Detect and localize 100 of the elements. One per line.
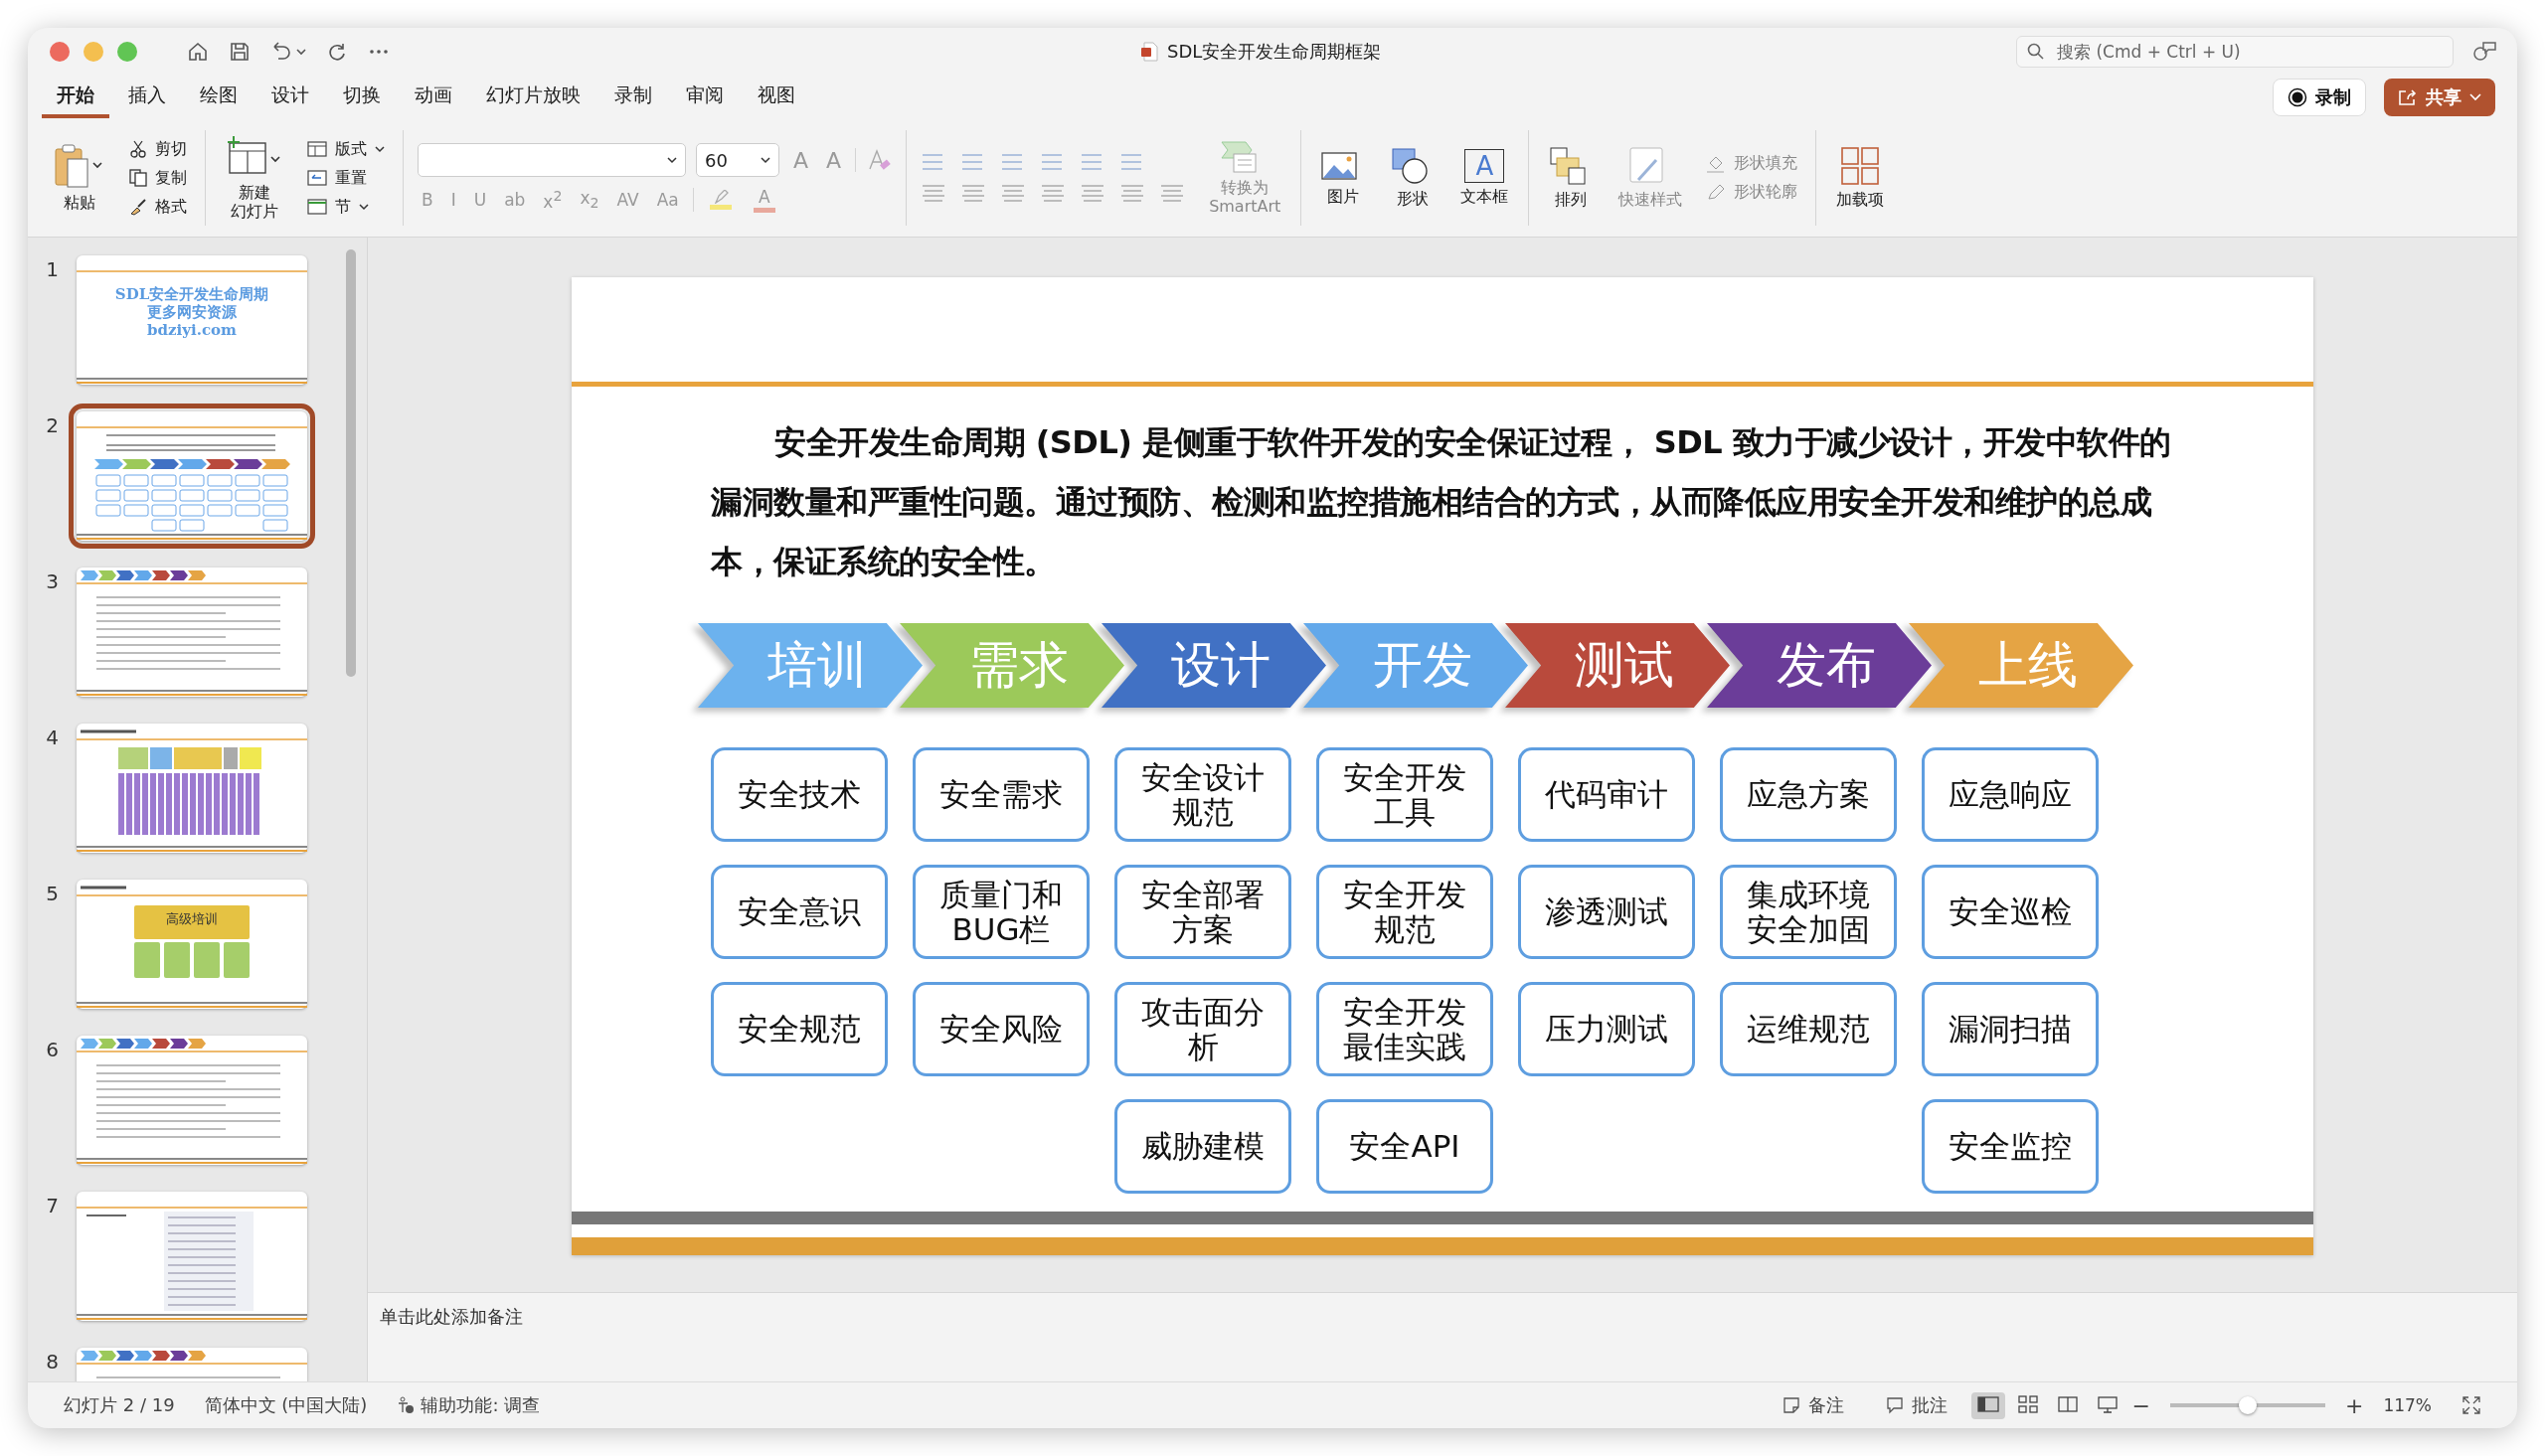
slide-count: 幻灯片 2 / 19 <box>64 1393 175 1417</box>
ribbon-tab[interactable]: 绘图 <box>185 77 253 118</box>
slide-number: 4 <box>45 725 60 749</box>
ribbon-tab[interactable]: 录制 <box>599 77 667 118</box>
zoom-level[interactable]: 117% <box>2383 1395 2432 1415</box>
layout-button[interactable]: 版式 <box>303 136 389 162</box>
activity-box: 安全意识 <box>711 865 888 959</box>
pencil-icon <box>1706 183 1727 202</box>
slide-thumbnail[interactable] <box>77 1192 307 1321</box>
shape-button[interactable]: 形状 <box>1385 144 1442 212</box>
ribbon-tab[interactable]: 视图 <box>743 77 810 118</box>
section-button[interactable]: 节 <box>303 194 389 220</box>
ribbon-tab[interactable]: 动画 <box>400 77 467 118</box>
feedback-icon[interactable] <box>2471 40 2497 64</box>
slider-thumb[interactable] <box>2238 1396 2257 1414</box>
record-icon <box>2288 87 2307 107</box>
caret-icon <box>761 156 770 164</box>
clipboard-icon <box>54 142 105 189</box>
slide-thumbnail[interactable]: 高级培训 <box>77 880 307 1009</box>
cut-button[interactable]: 剪切 <box>125 136 191 162</box>
textbox-button[interactable]: A 文本框 <box>1454 146 1515 210</box>
notes-button[interactable]: 备注 <box>1776 1392 1850 1418</box>
minimize-icon[interactable] <box>84 42 103 62</box>
slide-paragraph: 安全开发生命周期 (SDL) 是侧重于软件开发的安全保证过程， SDL 致力于减少设计，开发中软件的漏洞数量和严重性问题。通过预防、检测和监控措施相结合的方式，从而降低应用安全开发和维护的总成本，保证系统的安全性。 <box>711 422 2172 582</box>
language-status[interactable]: 简体中文 (中国大陆) <box>204 1393 368 1417</box>
picture-button[interactable]: 图片 <box>1315 146 1372 210</box>
activity-box: 压力测试 <box>1518 982 1695 1076</box>
slide-layout-icon <box>307 141 327 157</box>
add-ins-button[interactable]: 加载项 <box>1830 143 1891 213</box>
activity-box: 安全API <box>1316 1099 1493 1194</box>
search-input[interactable]: 搜索 (Cmd + Ctrl + U) <box>2055 41 2443 63</box>
activity-box: 渗透测试 <box>1518 865 1695 959</box>
copy-button[interactable]: 复制 <box>125 165 191 191</box>
scrollbar[interactable] <box>346 249 356 677</box>
activity-box: 安全开发工具 <box>1316 747 1493 842</box>
share-button[interactable]: 共享 <box>2384 79 2495 116</box>
undo-icon[interactable] <box>270 41 306 63</box>
slide-number: 6 <box>45 1037 60 1061</box>
activity-box: 运维规范 <box>1720 982 1897 1076</box>
activity-box: 安全设计规范 <box>1114 747 1291 842</box>
normal-view-icon <box>1976 1394 1999 1413</box>
search-field[interactable]: 搜索 (Cmd + Ctrl + U) <box>2016 36 2454 68</box>
slide-thumbnail[interactable] <box>77 724 307 853</box>
textbox-icon: A <box>1464 148 1505 183</box>
share-icon <box>2398 88 2418 106</box>
home-icon[interactable] <box>187 41 209 63</box>
activity-box: 安全部署方案 <box>1114 865 1291 959</box>
note-icon <box>1782 1396 1800 1414</box>
ribbon-tab[interactable]: 插入 <box>113 77 181 118</box>
add-ins-icon <box>1840 145 1881 186</box>
slide-thumbnail[interactable] <box>77 1036 307 1165</box>
accessibility-icon <box>397 1396 416 1414</box>
activity-box: 集成环境安全加固 <box>1720 865 1897 959</box>
thumbnail-title: bdziyi.com <box>147 321 237 339</box>
record-button[interactable]: 录制 <box>2273 79 2366 116</box>
font-name-dropdown[interactable] <box>418 143 686 177</box>
paste-button[interactable]: 粘贴 <box>48 140 111 216</box>
zoom-out-button[interactable]: − <box>2125 1391 2156 1419</box>
marker-icon <box>712 190 729 204</box>
caret-icon <box>2469 93 2481 101</box>
view-button[interactable] <box>1970 1391 2005 1419</box>
fit-to-window-icon[interactable] <box>2461 1395 2481 1415</box>
activity-box: 应急方案 <box>1720 747 1897 842</box>
slide-thumbnail[interactable] <box>77 567 307 697</box>
slide-number: 1 <box>45 256 60 281</box>
sorter-view-icon <box>2016 1394 2039 1413</box>
ribbon-tab[interactable]: 切换 <box>328 77 396 118</box>
activity-box: 安全巡检 <box>1922 865 2099 959</box>
paint-bucket-icon <box>1706 154 1727 173</box>
slide-number: 7 <box>45 1193 60 1217</box>
show-view-icon <box>2096 1394 2119 1413</box>
close-icon[interactable] <box>50 42 70 62</box>
thumbnail-title: 高级培训 <box>166 911 218 926</box>
ribbon-tab[interactable]: 幻灯片放映 <box>471 77 595 118</box>
activity-box: 安全监控 <box>1922 1099 2099 1194</box>
new-slide-button[interactable]: 新建 幻灯片 <box>220 132 289 224</box>
accessibility-status[interactable]: 辅助功能: 调查 <box>421 1393 541 1417</box>
thumbnail-title: 更多网安资源 <box>147 303 237 321</box>
reset-icon <box>307 170 327 186</box>
button-label-line: 幻灯片 <box>231 202 278 222</box>
ribbon-tab[interactable]: 设计 <box>256 77 324 118</box>
notes-placeholder[interactable]: 单击此处添加备注 <box>380 1306 523 1327</box>
copy-icon <box>129 169 147 187</box>
activity-box: 威胁建模 <box>1114 1099 1291 1194</box>
reset-button[interactable]: 重置 <box>303 165 389 191</box>
redo-icon[interactable] <box>326 41 348 63</box>
font-size-dropdown[interactable]: 60 <box>696 143 779 177</box>
maximize-icon[interactable] <box>117 42 137 62</box>
button-label-line: SmartArt <box>1209 197 1281 217</box>
arrange-button[interactable]: 排列 <box>1543 143 1600 213</box>
format-button[interactable]: 格式 <box>125 194 191 220</box>
ribbon-tab[interactable]: 开始 <box>42 77 109 118</box>
zoom-in-button[interactable]: + <box>2338 1391 2370 1419</box>
activity-box: 安全规范 <box>711 982 888 1076</box>
save-icon[interactable] <box>229 41 251 63</box>
comments-button[interactable]: 批注 <box>1879 1392 1953 1418</box>
ribbon-tab[interactable]: 审阅 <box>671 77 739 118</box>
search-icon <box>2027 43 2045 61</box>
slide-number: 2 <box>45 412 60 437</box>
scissors-icon <box>129 140 147 158</box>
